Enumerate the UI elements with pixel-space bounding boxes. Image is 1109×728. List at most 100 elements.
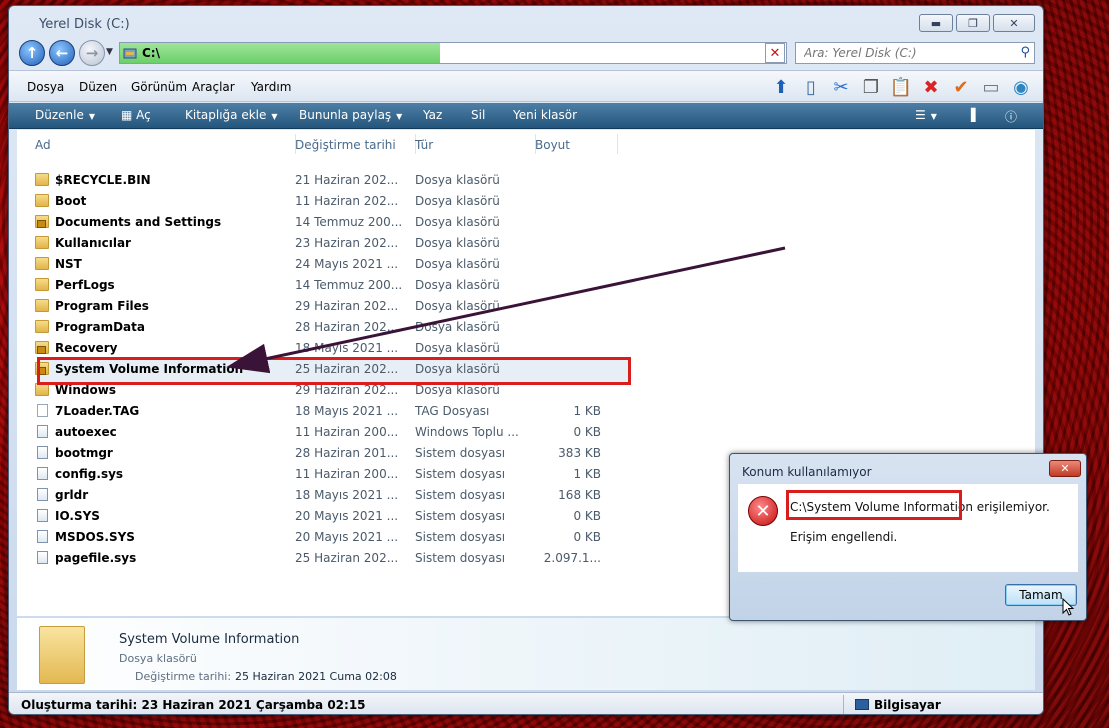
preview-pane-icon[interactable]: ▌ [971, 108, 980, 122]
paste-icon[interactable]: 📋 [889, 75, 913, 99]
file-name: Windows [55, 383, 116, 397]
help-icon[interactable]: ⓘ [1005, 108, 1017, 125]
file-type: Dosya klasörü [415, 320, 500, 334]
file-name: pagefile.sys [55, 551, 137, 565]
address-path: C:\ [142, 46, 160, 60]
file-row[interactable]: pagefile.sys 25 Haziran 202... Sistem dosy… [35, 548, 619, 568]
column-size[interactable]: Boyut [535, 138, 570, 152]
file-date: 11 Haziran 202... [295, 194, 399, 208]
file-size: 1 KB [573, 467, 601, 481]
add-to-library-button[interactable]: Kitaplığa ekle ▼ [185, 108, 278, 122]
maximize-button[interactable]: ❐ [956, 14, 990, 32]
print-button[interactable]: Yaz [423, 108, 442, 122]
share-with-button[interactable]: Bununla paylaş ▼ [299, 108, 402, 122]
address-row: ↑ ← → ▼ C:\ ▼ ✕ ⚲ [9, 38, 1043, 68]
dialog-message-detail: Erişim engellendi. [790, 530, 898, 544]
open-button[interactable]: ▦ Aç [121, 108, 151, 122]
delete-icon[interactable]: ✖ [919, 75, 943, 99]
views-icon[interactable]: ☰ ▼ [915, 108, 937, 122]
file-row[interactable]: Program Files 29 Haziran 202... Dosya klas… [35, 296, 619, 316]
file-row[interactable]: Recovery 18 Mayıs 2021 ... Dosya klasörü [35, 338, 619, 358]
system-file-icon [37, 488, 48, 501]
new-folder-button[interactable]: Yeni klasör [513, 108, 577, 122]
copy-icon[interactable]: ❐ [859, 75, 883, 99]
file-type: TAG Dosyası [415, 404, 490, 418]
file-size: 2.097.1... [543, 551, 601, 565]
delete-button[interactable]: Sil [471, 108, 485, 122]
file-name: autoexec [55, 425, 117, 439]
column-date[interactable]: Değiştirme tarihi [295, 138, 396, 152]
file-date: 28 Haziran 201... [295, 446, 399, 460]
file-row[interactable]: MSDOS.SYS 20 Mayıs 2021 ... Sistem dosyası… [35, 527, 619, 547]
system-file-icon [37, 446, 48, 459]
annotation-highlight-box [786, 490, 962, 520]
back-arrow-icon[interactable]: ← [49, 40, 75, 66]
stop-icon[interactable]: ✕ [765, 43, 785, 63]
menu-tools[interactable]: Araçlar [192, 80, 235, 94]
file-row[interactable]: autoexec 11 Haziran 200... Windows Toplu .… [35, 422, 619, 442]
status-bar: Oluşturma tarihi: 23 Haziran 2021 Çarşam… [9, 692, 1043, 714]
column-type[interactable]: Tür [415, 138, 433, 152]
column-name[interactable]: Ad [35, 138, 51, 152]
file-row[interactable]: NST 24 Mayıs 2021 ... Dosya klasörü [35, 254, 619, 274]
menu-view[interactable]: Görünüm [131, 80, 187, 94]
file-row[interactable]: Kullanıcılar 23 Haziran 202... Dosya klasö… [35, 233, 619, 253]
properties-icon[interactable]: ▭ [979, 75, 1003, 99]
details-modified-label: Değiştirme tarihi: [135, 670, 232, 683]
file-name: Boot [55, 194, 87, 208]
system-file-icon [37, 425, 48, 438]
file-row[interactable]: $RECYCLE.BIN 21 Haziran 202... Dosya klasö… [35, 170, 619, 190]
up-icon[interactable]: ⬆ [769, 75, 793, 99]
title-bar[interactable]: Yerel Disk (C:) ▬ ❐ ✕ [9, 6, 1043, 40]
drive-icon [123, 48, 137, 59]
dialog-close-button[interactable]: ✕ [1049, 460, 1081, 477]
file-row[interactable]: config.sys 11 Haziran 200... Sistem dosyas… [35, 464, 619, 484]
folder-icon [35, 236, 49, 249]
menu-help[interactable]: Yardım [251, 80, 291, 94]
cut-icon[interactable]: ✂ [829, 75, 853, 99]
file-date: 21 Haziran 202... [295, 173, 399, 187]
file-row[interactable]: 7Loader.TAG 18 Mayıs 2021 ... TAG Dosyası 1… [35, 401, 619, 421]
check-icon[interactable]: ✔ [949, 75, 973, 99]
search-box[interactable]: ⚲ [795, 42, 1035, 64]
file-row[interactable]: IO.SYS 20 Mayıs 2021 ... Sistem dosyası 0 K… [35, 506, 619, 526]
computer-icon [855, 699, 869, 710]
file-name: Recovery [55, 341, 118, 355]
file-row[interactable]: Documents and Settings 14 Temmuz 200... Do… [35, 212, 619, 232]
folder-icon [35, 173, 49, 186]
close-button[interactable]: ✕ [993, 14, 1035, 32]
file-date: 14 Temmuz 200... [295, 278, 403, 292]
locked-folder-icon [35, 215, 49, 228]
file-size: 0 KB [573, 425, 601, 439]
folder-icon [35, 194, 49, 207]
panel-icon[interactable]: ▯ [799, 75, 823, 99]
folder-icon [35, 257, 49, 270]
history-dropdown-icon[interactable]: ▼ [106, 47, 113, 57]
back-icon[interactable]: ↑ [19, 40, 45, 66]
search-icon[interactable]: ⚲ [1020, 45, 1030, 60]
file-size: 168 KB [558, 488, 601, 502]
file-type: Windows Toplu ... [415, 425, 519, 439]
file-date: 14 Temmuz 200... [295, 215, 403, 229]
minimize-button[interactable]: ▬ [919, 14, 953, 32]
column-separator[interactable] [617, 134, 618, 154]
organize-button[interactable]: Düzenle ▼ [35, 108, 95, 122]
file-name: Kullanıcılar [55, 236, 131, 250]
sync-icon[interactable]: ◉ [1009, 75, 1033, 99]
search-input[interactable] [796, 43, 996, 63]
menu-file[interactable]: Dosya [27, 80, 64, 94]
menu-edit[interactable]: Düzen [79, 80, 117, 94]
file-row[interactable]: PerfLogs 14 Temmuz 200... Dosya klasörü [35, 275, 619, 295]
file-row[interactable]: Boot 11 Haziran 202... Dosya klasörü [35, 191, 619, 211]
file-name: PerfLogs [55, 278, 115, 292]
file-row[interactable]: bootmgr 28 Haziran 201... Sistem dosyası 38… [35, 443, 619, 463]
system-file-icon [37, 530, 48, 543]
address-bar[interactable]: C:\ ▼ [119, 42, 787, 64]
file-row[interactable]: grldr 18 Mayıs 2021 ... Sistem dosyası 168 … [35, 485, 619, 505]
system-file-icon [37, 551, 48, 564]
file-type: Dosya klasörü [415, 341, 500, 355]
file-row[interactable]: ProgramData 28 Haziran 202... Dosya klasör… [35, 317, 619, 337]
forward-arrow-icon[interactable]: → [79, 40, 105, 66]
folder-icon [35, 278, 49, 291]
file-type: Dosya klasörü [415, 236, 500, 250]
